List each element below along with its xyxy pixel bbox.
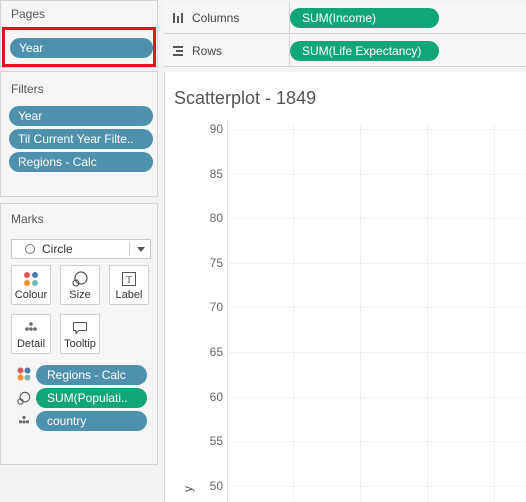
filter-pill-regions-calc[interactable]: Regions - Calc <box>9 152 153 172</box>
detail-icon <box>17 414 31 431</box>
mark-field-sum-population[interactable]: SUM(Populati.. <box>36 388 147 408</box>
marks-panel: Marks Circle Colour Size T Label Detail … <box>0 203 158 465</box>
columns-pill-sum-income[interactable]: SUM(Income) <box>290 8 439 28</box>
rows-shelf[interactable]: Rows SUM(Life Expectancy) <box>164 35 526 67</box>
size-icon <box>17 391 31 408</box>
chevron-down-icon <box>137 247 145 252</box>
worksheet-view[interactable]: Scatterplot - 1849 90 85 80 75 70 65 60 55 50 y <box>164 72 526 502</box>
label-button[interactable]: T Label <box>109 265 149 305</box>
mark-type-dropdown[interactable]: Circle <box>11 239 151 259</box>
gridline-horizontal <box>227 218 526 220</box>
marks-title: Marks <box>11 212 44 226</box>
gridline-horizontal <box>227 129 526 130</box>
colour-label: Colour <box>14 289 48 301</box>
tooltip-icon <box>61 320 99 336</box>
gridline-horizontal <box>227 352 526 353</box>
y-axis-tick-label: 75 <box>209 255 223 270</box>
label-label: Label <box>115 289 143 301</box>
colour-icon <box>12 271 50 287</box>
size-button[interactable]: Size <box>60 265 100 305</box>
columns-shelf-label: Columns <box>172 11 239 25</box>
filters-title: Filters <box>11 82 44 96</box>
rows-label-text: Rows <box>192 44 223 58</box>
columns-icon <box>173 13 183 23</box>
detail-button[interactable]: Detail <box>11 314 51 354</box>
detail-label: Detail <box>16 338 46 350</box>
gridline-horizontal <box>227 307 526 309</box>
colour-button[interactable]: Colour <box>11 265 51 305</box>
gridline-horizontal <box>227 262 526 264</box>
y-axis-tick-label: 55 <box>209 434 223 449</box>
size-icon <box>61 271 99 287</box>
rows-icon <box>173 46 183 56</box>
y-axis-tick-label: 70 <box>209 300 223 315</box>
filter-pill-year[interactable]: Year <box>9 106 153 126</box>
gridline-horizontal <box>227 485 526 487</box>
y-axis-tick-label: 80 <box>209 211 223 226</box>
y-axis-tick-label: 90 <box>209 122 223 136</box>
gridline-vertical <box>494 124 495 502</box>
y-axis-divider <box>227 120 228 502</box>
filter-pill-til-current-year[interactable]: Til Current Year Filte.. <box>9 129 153 149</box>
gridline-vertical <box>293 124 294 502</box>
gridline-vertical <box>427 124 428 502</box>
gridline-horizontal <box>227 396 526 398</box>
size-label: Size <box>69 289 91 301</box>
mark-field-country[interactable]: country <box>36 411 147 431</box>
y-axis-title: y <box>181 486 195 492</box>
tooltip-button[interactable]: Tooltip <box>60 314 100 354</box>
mark-type-label: Circle <box>42 242 73 256</box>
tooltip-label: Tooltip <box>64 338 96 350</box>
detail-icon <box>12 320 50 336</box>
mark-type-divider <box>129 242 130 256</box>
rows-shelf-label: Rows <box>172 44 222 58</box>
circle-icon <box>25 244 35 254</box>
y-axis-tick-label: 65 <box>209 345 223 359</box>
gridline-horizontal <box>227 173 526 175</box>
gridline-horizontal <box>227 441 526 443</box>
svg-text:T: T <box>126 275 132 286</box>
rows-pill-sum-life-expectancy[interactable]: SUM(Life Expectancy) <box>290 41 439 61</box>
sheet-title: Scatterplot - 1849 <box>174 88 317 108</box>
mark-field-regions-calc[interactable]: Regions - Calc <box>36 365 147 385</box>
colour-icon <box>17 367 31 384</box>
columns-shelf[interactable]: Columns SUM(Income) <box>164 2 526 34</box>
columns-label-text: Columns <box>192 11 240 25</box>
y-axis-tick-label: 85 <box>209 166 223 181</box>
pages-highlight-box <box>2 27 156 67</box>
gridline-vertical <box>360 124 361 502</box>
text-label-icon: T <box>110 271 148 287</box>
filters-panel: Filters Year Til Current Year Filte.. Re… <box>0 71 158 197</box>
y-axis-tick-label: 60 <box>209 389 223 404</box>
pages-title: Pages <box>11 7 46 21</box>
